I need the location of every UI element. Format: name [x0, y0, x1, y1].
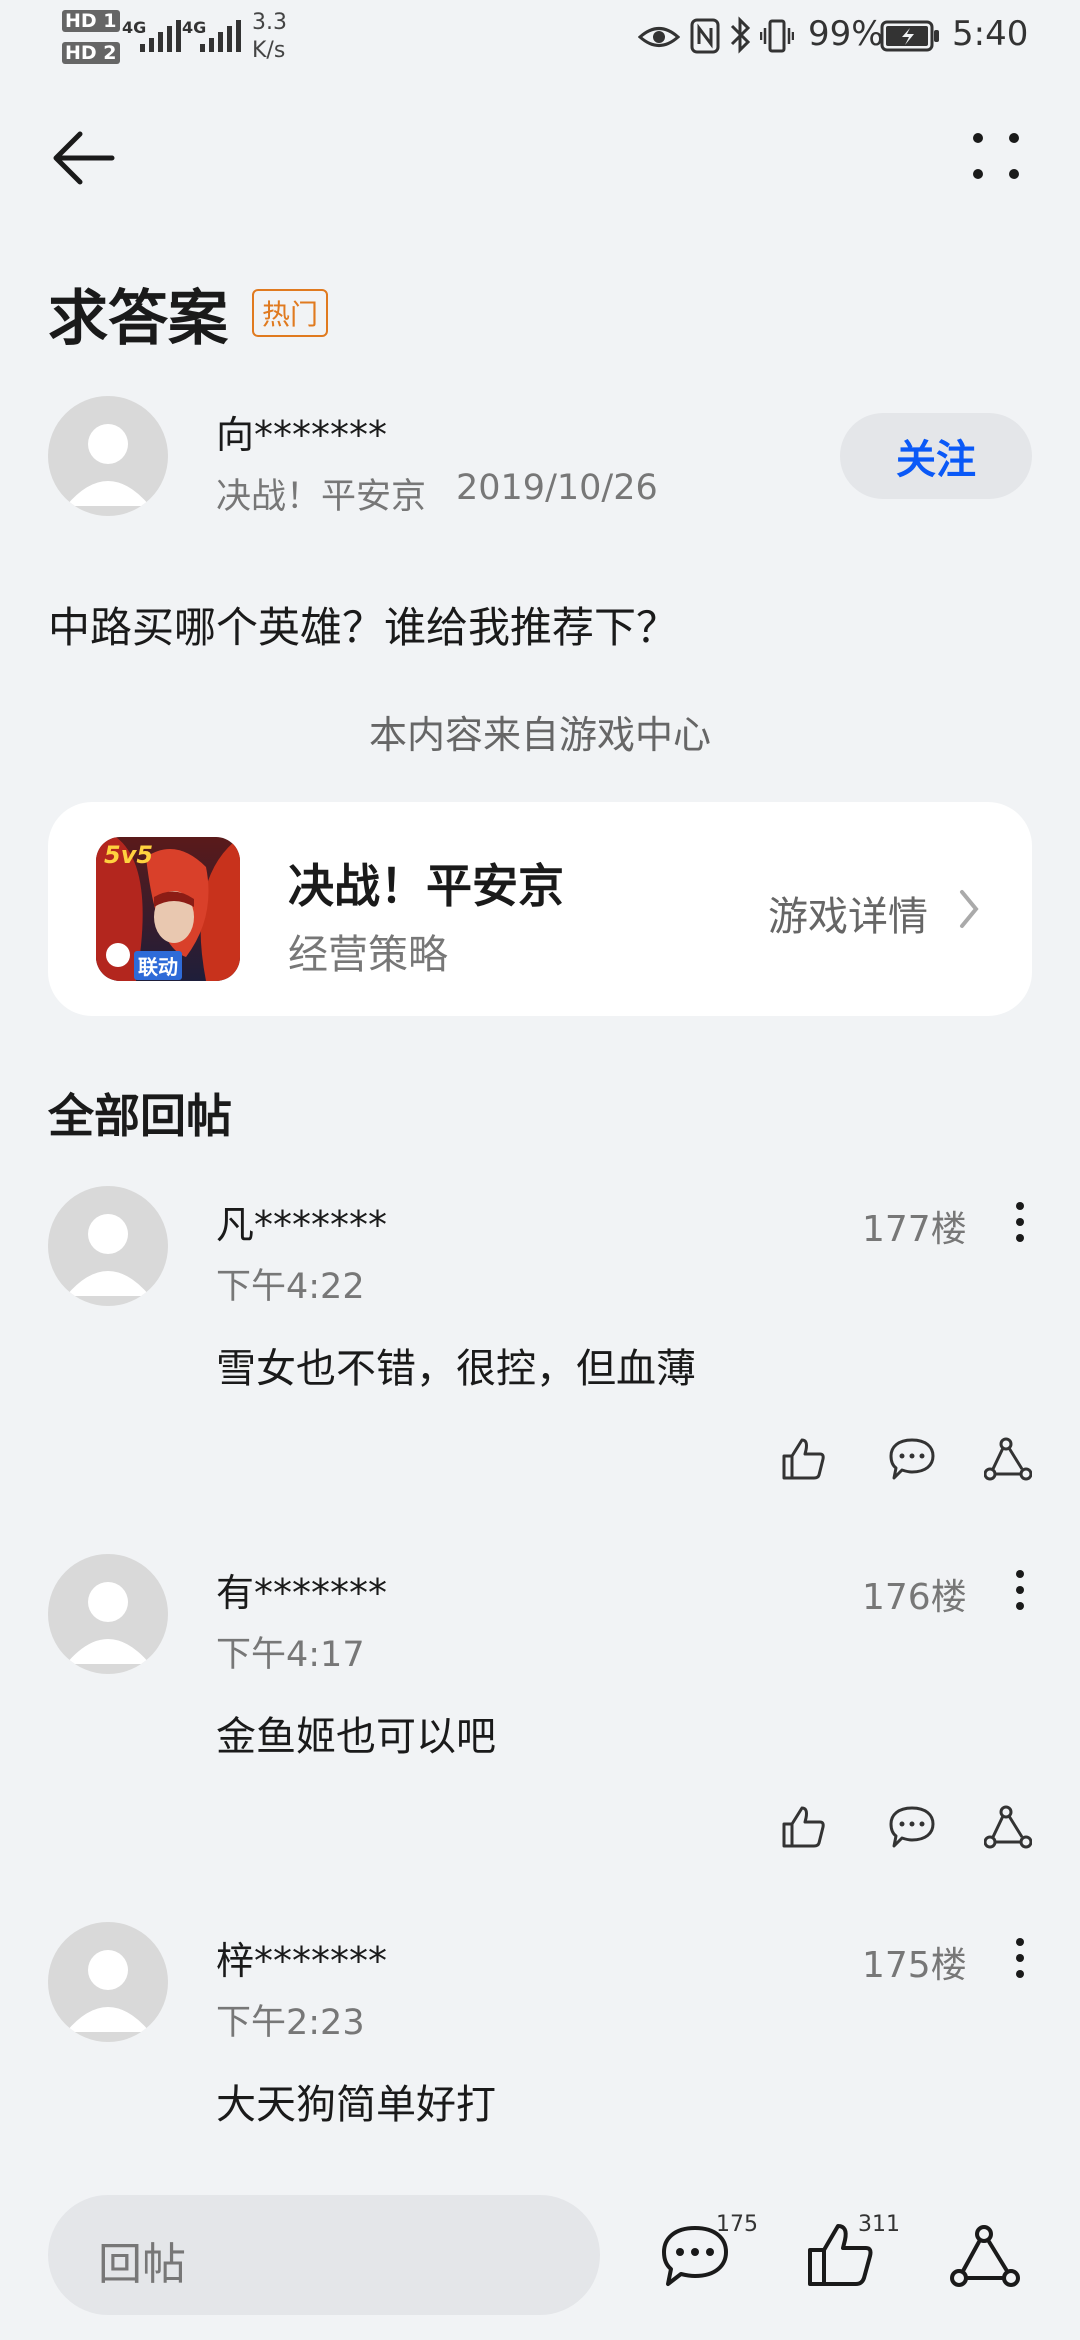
more-grid-icon[interactable] [970, 130, 1022, 182]
person-icon [66, 1582, 150, 1664]
battery-icon [880, 20, 939, 52]
reply-user[interactable]: 梓******* [216, 1930, 387, 1985]
vibrate-icon [760, 19, 794, 53]
person-icon [66, 424, 150, 506]
sim1-label: HD 1 [62, 10, 120, 32]
reply-text: 大天狗简单好打 [216, 2082, 496, 2128]
eye-icon [638, 27, 680, 47]
battery-percent: 99% [808, 14, 884, 54]
reply-avatar[interactable] [48, 1186, 168, 1306]
more-vertical-icon[interactable] [1012, 1200, 1028, 1244]
reply-avatar[interactable] [48, 1554, 168, 1674]
reply-time: 下午4:22 [216, 1267, 365, 1307]
replies-title: 全部回帖 [48, 1089, 232, 1143]
reply-user[interactable]: 有******* [216, 1562, 387, 1617]
status-bar: HD 1 HD 2 4G 4G 3.3 K/s 99% 5:40 [0, 0, 1080, 80]
reply-floor: 175楼 [862, 1945, 967, 1986]
chevron-right-icon [960, 890, 979, 928]
like-icon[interactable] [780, 1436, 826, 1482]
game-category: 经营策略 [288, 932, 448, 978]
reply-floor: 177楼 [862, 1209, 967, 1250]
net-speed-unit: K/s [252, 38, 286, 63]
reply-item: 有******* 176楼 下午4:17 金鱼姬也可以吧 [0, 1554, 1080, 1874]
author-avatar[interactable] [48, 396, 168, 516]
game-name: 决战！平安京 [288, 859, 564, 913]
post-question: 中路买哪个英雄？谁给我推荐下？ [48, 603, 679, 652]
like-count: 311 [858, 2212, 900, 2237]
author-game: 决战！平安京 [216, 477, 427, 517]
game-icon-badge: 5v5 [104, 841, 154, 869]
back-arrow-icon[interactable] [50, 128, 116, 188]
comment-icon[interactable] [888, 1804, 936, 1850]
comment-icon[interactable] [888, 1436, 936, 1482]
follow-button[interactable]: 关注 [840, 413, 1032, 499]
clock: 5:40 [952, 14, 1029, 54]
bluetooth-icon [730, 16, 751, 54]
reply-item: 梓******* 175楼 下午2:23 大天狗简单好打 [0, 1922, 1080, 2152]
reply-avatar[interactable] [48, 1922, 168, 2042]
reply-text: 雪女也不错，很控，但血薄 [216, 1346, 696, 1392]
more-vertical-icon[interactable] [1012, 1568, 1028, 1612]
reply-user[interactable]: 凡******* [216, 1194, 387, 1249]
nfc-icon [690, 18, 720, 54]
reply-time: 下午2:23 [216, 2003, 365, 2043]
more-vertical-icon[interactable] [1012, 1936, 1028, 1980]
reply-time: 下午4:17 [216, 1635, 365, 1675]
page-title: 求答案 [48, 284, 228, 354]
game-detail-link[interactable]: 游戏详情 [768, 884, 928, 942]
reply-text: 金鱼姬也可以吧 [216, 1714, 496, 1760]
hot-badge: 热门 [252, 289, 329, 337]
share-icon[interactable] [950, 2224, 1020, 2288]
comment-count: 175 [716, 2212, 758, 2237]
reply-floor: 176楼 [862, 1577, 967, 1618]
game-icon: 5v5 联动 [96, 837, 240, 981]
net-speed-value: 3.3 [252, 10, 287, 35]
signal1-icon [140, 20, 181, 52]
signal2-icon [200, 20, 241, 52]
author-name[interactable]: 向******* [216, 404, 387, 459]
share-icon[interactable] [984, 1804, 1032, 1850]
game-card[interactable]: 5v5 联动 决战！平安京 经营策略 游戏详情 [48, 802, 1032, 1016]
source-note: 本内容来自游戏中心 [368, 713, 711, 757]
reply-placeholder: 回帖 [98, 2239, 186, 2290]
sim2-label: HD 2 [62, 42, 120, 64]
share-icon[interactable] [984, 1436, 1032, 1482]
person-icon [66, 1950, 150, 2032]
person-icon [66, 1214, 150, 1296]
like-icon[interactable] [780, 1804, 826, 1850]
reply-item: 凡******* 177楼 下午4:22 雪女也不错，很控，但血薄 [0, 1186, 1080, 1506]
game-icon-tag: 联动 [134, 951, 182, 980]
post-date: 2019/10/26 [456, 468, 658, 508]
reply-input[interactable]: 回帖 [48, 2195, 600, 2315]
